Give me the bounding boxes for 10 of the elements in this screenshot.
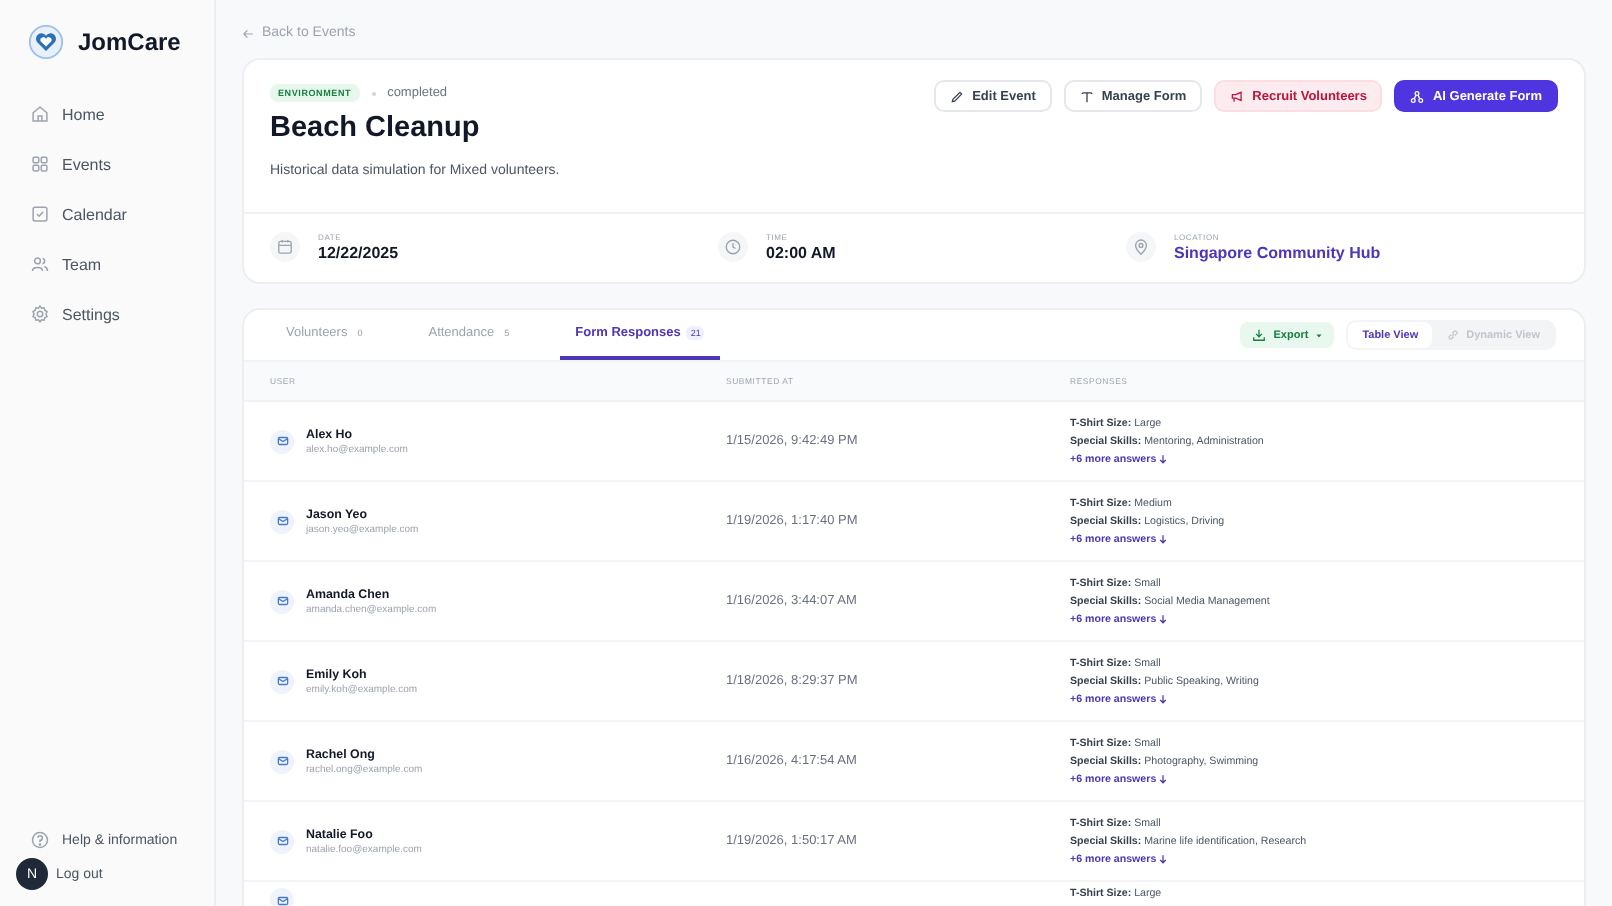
brand-name: JomCare <box>78 28 181 56</box>
nav-item[interactable]: Settings <box>16 296 198 332</box>
location-link[interactable]: Singapore Community Hub <box>1174 244 1381 262</box>
nav-item[interactable]: Calendar <box>16 196 198 232</box>
event-title: Beach Cleanup <box>270 112 482 144</box>
nav-item[interactable]: Team <box>16 246 198 282</box>
nav-item[interactable]: Events <box>16 146 198 182</box>
detail-value: 02:00 AM <box>766 244 836 262</box>
detail-value: 12/22/2025 <box>318 244 399 262</box>
nav-item[interactable]: Home <box>16 96 198 132</box>
